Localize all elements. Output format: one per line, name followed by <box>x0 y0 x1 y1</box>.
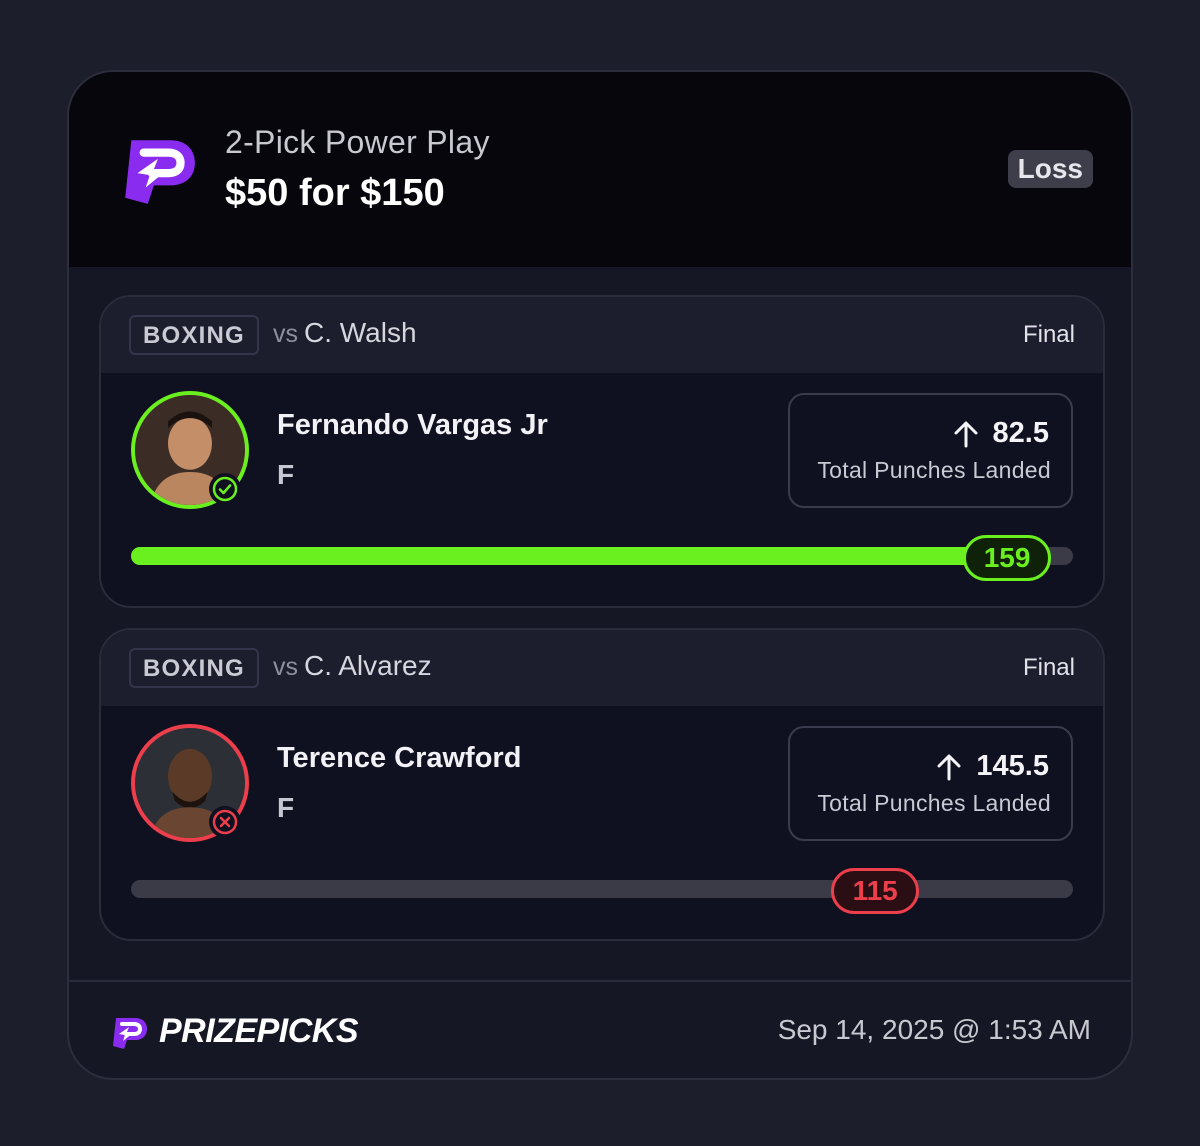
projection-line: 145.5 <box>936 750 1049 783</box>
game-status: Final <box>1022 321 1075 348</box>
footer-divider <box>69 980 1131 982</box>
pick-header: BOXING vs C. Alvarez Final <box>101 630 1103 706</box>
result-badge: Loss <box>1007 150 1093 188</box>
projection-box: 145.5 Total Punches Landed <box>788 726 1073 841</box>
pick-header: BOXING vs C. Walsh Final <box>101 297 1103 373</box>
line-value: 145.5 <box>976 750 1049 782</box>
progress-fill <box>131 547 1008 565</box>
progress-track <box>131 880 1073 898</box>
opponent-label: vs C. Walsh <box>273 317 417 349</box>
game-status: Final <box>1022 654 1075 681</box>
actual-value-pill: 115 <box>831 868 920 914</box>
prizepicks-logo-icon <box>113 1018 147 1049</box>
progress-track <box>131 547 1073 565</box>
player-name: Fernando Vargas Jr <box>277 409 548 441</box>
payout-amount: $50 for $150 <box>225 172 445 214</box>
brand-name: PRIZEPICKS <box>159 1012 359 1050</box>
stat-type: Total Punches Landed <box>817 457 1051 483</box>
pick-item[interactable]: BOXING vs C. Alvarez Final Terence Crawfo… <box>99 628 1105 941</box>
sport-tag: BOXING <box>129 315 259 355</box>
vs-prefix: vs <box>273 320 298 348</box>
timestamp: Sep 14, 2025 @ 1:53 AM <box>777 1014 1091 1045</box>
stat-type: Total Punches Landed <box>817 790 1051 816</box>
prizepicks-logo-icon <box>125 140 195 204</box>
x-mark-icon <box>209 806 241 838</box>
pick-item[interactable]: BOXING vs C. Walsh Final Fernando Vargas … <box>99 295 1105 608</box>
vs-prefix: vs <box>273 653 298 681</box>
projection-line: 82.5 <box>953 417 1049 450</box>
actual-value-pill: 159 <box>963 535 1052 581</box>
check-icon <box>209 473 241 505</box>
card-header: 2-Pick Power Play $50 for $150 Loss <box>69 72 1131 267</box>
player-name: Terence Crawford <box>277 742 522 774</box>
opponent-name: C. Walsh <box>304 317 417 348</box>
arrow-up-icon <box>954 421 978 447</box>
arrow-up-icon <box>937 754 961 780</box>
line-value: 82.5 <box>992 417 1049 449</box>
sport-tag: BOXING <box>129 648 259 688</box>
projection-box: 82.5 Total Punches Landed <box>788 393 1073 508</box>
pick-card: 2-Pick Power Play $50 for $150 Loss BOXI… <box>67 70 1133 1080</box>
play-type: 2-Pick Power Play <box>225 124 490 160</box>
opponent-label: vs C. Alvarez <box>273 650 432 682</box>
player-position: F <box>277 459 295 490</box>
player-position: F <box>277 792 295 823</box>
opponent-name: C. Alvarez <box>304 650 432 681</box>
